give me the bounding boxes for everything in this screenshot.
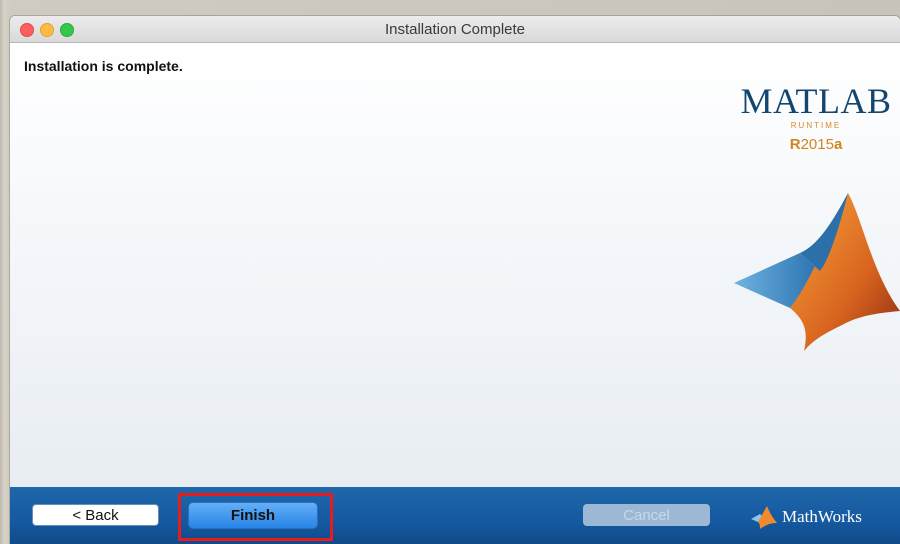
back-button[interactable]: < Back (32, 504, 159, 526)
matlab-runtime-logo: MATLAB RUNTIME R2015a (736, 83, 896, 153)
logo-brand: MATLAB (740, 81, 892, 121)
logo-release: R2015a (736, 136, 896, 153)
mathworks-logo: MathWorks (750, 505, 862, 529)
logo-release-year: 2015 (800, 136, 834, 153)
matlab-membrane-icon (734, 193, 900, 351)
mathworks-membrane-icon (751, 506, 777, 529)
status-message: Installation is complete. (24, 58, 183, 74)
window-title: Installation Complete (384, 21, 526, 38)
content-panel: Installation is complete. MATLAB RUNTIME… (10, 43, 900, 487)
cancel-button: Cancel (583, 504, 710, 526)
button-bar: < Back Finish Cancel MathWorks (10, 487, 900, 544)
logo-product: RUNTIME (790, 121, 842, 130)
finish-highlight-box (178, 493, 333, 541)
logo-release-prefix: R (789, 136, 801, 153)
logo-release-suffix: a (833, 136, 843, 153)
vendor-name: MathWorks (782, 507, 862, 526)
title-bar: Installation Complete (10, 16, 900, 43)
installer-window: Installation Complete Installation is co… (10, 16, 900, 544)
